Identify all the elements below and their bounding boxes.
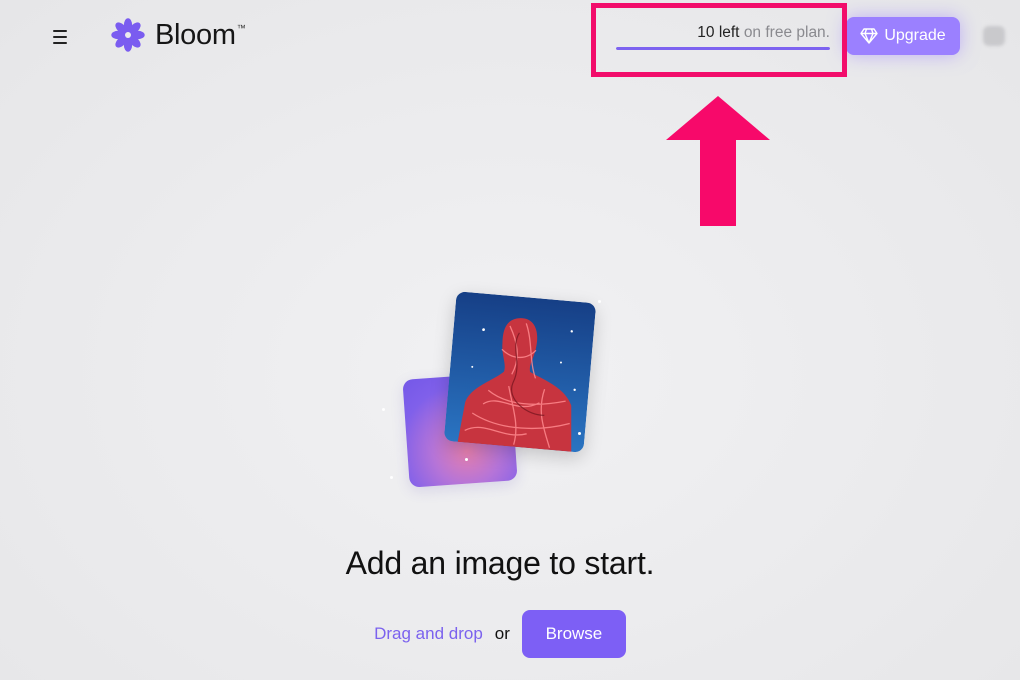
up-arrow-icon	[666, 96, 770, 226]
upgrade-label: Upgrade	[884, 27, 946, 44]
upload-actions: Drag and drop or Browse	[0, 610, 1000, 658]
trademark-mark: ™	[236, 23, 246, 33]
sparkle-dot	[390, 476, 393, 479]
brand-name: Bloom	[155, 18, 236, 51]
sparkle-dot	[465, 458, 468, 461]
sparkle-dot	[598, 300, 601, 303]
menu-icon[interactable]	[50, 26, 72, 48]
browse-button[interactable]: Browse	[521, 610, 626, 658]
top-bar: Bloom ™ 10 left on free plan. Upgrade	[0, 0, 1020, 76]
brand-logo[interactable]: Bloom ™	[110, 16, 246, 54]
upload-illustration	[380, 282, 620, 502]
drag-and-drop-link[interactable]: Drag and drop	[374, 624, 483, 644]
sparkle-dot	[382, 408, 385, 411]
sparkle-dot	[578, 432, 581, 435]
avatar[interactable]	[983, 26, 1005, 46]
diamond-icon	[860, 28, 879, 44]
upload-headline: Add an image to start.	[345, 545, 655, 581]
highlight-box	[591, 3, 847, 77]
or-separator: or	[494, 624, 510, 643]
upgrade-button[interactable]: Upgrade	[846, 17, 960, 55]
bloom-logo-icon	[111, 18, 145, 52]
sample-image-card	[443, 291, 597, 453]
